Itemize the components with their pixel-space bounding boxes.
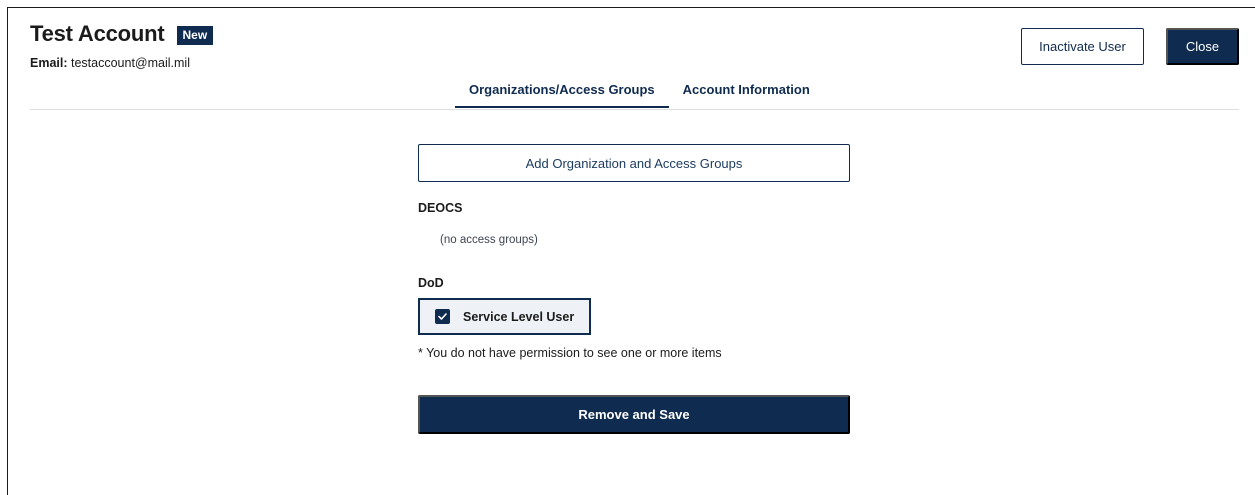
page-title: Test Account	[30, 21, 165, 46]
email-line: Email: testaccount@mail.mil	[30, 56, 190, 70]
org-name-dod: DoD	[418, 276, 444, 290]
tab-account-information[interactable]: Account Information	[669, 82, 824, 108]
remove-and-save-button[interactable]: Remove and Save	[418, 395, 850, 434]
email-label: Email:	[30, 56, 68, 70]
access-group-label: Service Level User	[463, 309, 575, 324]
new-badge: New	[176, 25, 214, 45]
tab-organizations-access-groups[interactable]: Organizations/Access Groups	[455, 82, 669, 108]
inactivate-user-button[interactable]: Inactivate User	[1021, 28, 1144, 65]
check-icon[interactable]	[435, 309, 450, 324]
permission-note: * You do not have permission to see one …	[418, 346, 722, 360]
title-row: Test Account New	[30, 21, 214, 47]
tab-bar: Organizations/Access Groups Account Info…	[455, 82, 824, 108]
no-access-groups-text: (no access groups)	[440, 234, 538, 246]
email-value: testaccount@mail.mil	[71, 56, 190, 70]
access-group-service-level-user[interactable]: Service Level User	[418, 298, 591, 335]
close-button[interactable]: Close	[1166, 28, 1239, 65]
add-organization-button[interactable]: Add Organization and Access Groups	[418, 144, 850, 182]
user-detail-panel: Test Account New Email: testaccount@mail…	[7, 7, 1255, 495]
tab-divider	[30, 109, 1239, 110]
org-name-deocs: DEOCS	[418, 201, 463, 215]
